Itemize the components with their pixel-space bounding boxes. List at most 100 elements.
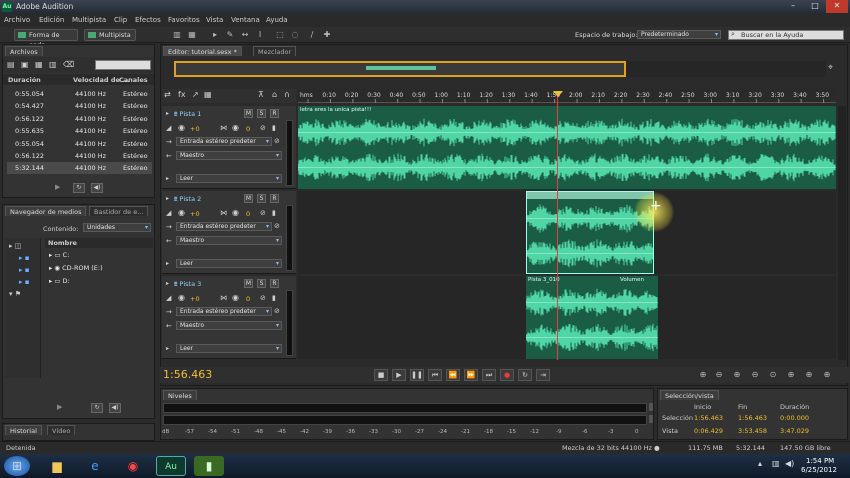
track-1-volume-knob[interactable]: ◉ <box>178 123 185 132</box>
track-3-lane[interactable]: Pista 3_010 Volumen <box>298 276 836 359</box>
next-button[interactable]: ⏭ <box>482 369 496 381</box>
track-3-clip-param[interactable]: Volumen <box>620 277 644 283</box>
content-select[interactable]: Unidades <box>83 223 151 232</box>
track-2-pan-knob[interactable]: ◉ <box>232 208 239 217</box>
track-1-lane[interactable]: letra eres la unica pista!!! <box>298 106 836 189</box>
meter-icon[interactable]: ▮ <box>272 124 276 132</box>
tab-media-browser[interactable]: Navegador de medios <box>5 206 87 216</box>
explorer-taskbar-icon[interactable]: ▆ <box>42 456 72 476</box>
tab-effects-rack[interactable]: Bastidor de e... <box>89 206 149 216</box>
effects-icon[interactable]: fx <box>178 90 186 99</box>
folder-icon[interactable]: ▸ ▪ <box>19 266 29 274</box>
track-2-automation-select[interactable]: Leer <box>176 259 282 268</box>
track-2-solo-button[interactable]: S <box>257 194 266 203</box>
media-loop-icon[interactable]: ↻ <box>91 403 103 413</box>
chrome-taskbar-icon[interactable]: ◉ <box>118 456 148 476</box>
play-preview-icon[interactable]: ▶ <box>55 183 65 193</box>
loop-button[interactable]: ↻ <box>518 369 532 381</box>
speaker-icon[interactable]: ◀) <box>91 183 103 193</box>
track-1-pan-value[interactable]: 0 <box>246 125 250 133</box>
track-2-volume-value[interactable]: +0 <box>190 210 200 218</box>
internet-explorer-taskbar-icon[interactable]: e <box>80 456 110 476</box>
menu-multipista[interactable]: Multipista <box>72 16 106 24</box>
track-3-pan-knob[interactable]: ◉ <box>232 293 239 302</box>
col-canales[interactable]: Canales <box>119 76 148 84</box>
track-2-mute-button[interactable]: M <box>244 194 253 203</box>
magnet-icon[interactable]: ∩ <box>284 90 290 99</box>
track-3-solo-button[interactable]: S <box>257 279 266 288</box>
meter-icon[interactable]: ▮ <box>272 209 276 217</box>
tab-editor[interactable]: Editor: tutorial.sesx * <box>163 46 242 56</box>
collapse-icon[interactable]: ▸ <box>166 280 169 287</box>
track-1-header[interactable]: ▸ ⩩ Pista 1 M S R ◢ ◉ +0 ⋈ ◉ 0 ⊘ ▮ → Ent… <box>162 106 296 189</box>
monitor-icon[interactable]: ⊘ <box>274 137 280 145</box>
collapse-icon[interactable]: ▸ <box>166 195 169 202</box>
stereo-link-icon[interactable]: ⊘ <box>260 294 266 302</box>
zoom-out-time-icon[interactable]: ⊖ <box>750 370 760 380</box>
track-2-pan-value[interactable]: 0 <box>246 210 250 218</box>
tab-historial[interactable]: Historial <box>5 425 42 435</box>
track-1-output-select[interactable]: Maestro <box>176 151 282 160</box>
track-3-input-select[interactable]: Entrada estéreo predeter <box>176 307 272 316</box>
tab-video[interactable]: Vídeo <box>47 425 76 435</box>
clip-indicator-left[interactable] <box>649 403 653 411</box>
meter-icon[interactable]: ▮ <box>272 294 276 302</box>
record-button[interactable]: ● <box>500 369 514 381</box>
lasso-tool-icon[interactable]: ◌ <box>290 30 300 40</box>
sends-icon[interactable]: ↗ <box>192 90 199 99</box>
folder-icon[interactable]: ▸ ▪ <box>19 254 29 262</box>
track-1-pan-knob[interactable]: ◉ <box>232 123 239 132</box>
name-column-header[interactable]: Nombre <box>45 238 153 248</box>
track-2-input-select[interactable]: Entrada estéreo predeter <box>176 222 272 231</box>
track-3-pan-value[interactable]: 0 <box>246 295 250 303</box>
media-speaker-icon[interactable]: ◀) <box>109 403 121 413</box>
view-start[interactable]: 0:06.429 <box>694 427 723 435</box>
audition-taskbar-icon[interactable]: Au <box>156 456 186 476</box>
track-3-automation-select[interactable]: Leer <box>176 344 282 353</box>
zoom-navigator[interactable] <box>174 61 626 77</box>
tab-mixer[interactable]: Mezclador <box>253 46 297 56</box>
monitor-icon[interactable]: ⊘ <box>274 307 280 315</box>
drive-icon[interactable]: ▸ ◫ <box>9 242 21 250</box>
marquee-tool-icon[interactable]: ⬚ <box>275 30 285 40</box>
track-2-lane[interactable]: + <box>298 191 836 274</box>
file-row[interactable]: 0:55.054 44100 Hz Estéreo <box>7 88 152 100</box>
clock-date[interactable]: 6/25/2012 <box>801 466 837 474</box>
import-icon[interactable]: ▤ <box>7 60 15 69</box>
file-row[interactable]: 0:56.122 44100 Hz Estéreo <box>7 113 152 125</box>
pause-button[interactable]: ❚❚ <box>410 369 424 381</box>
zoom-in-point-icon[interactable]: ⊕ <box>804 370 814 380</box>
menu-archivo[interactable]: Archivo <box>4 16 30 24</box>
zoom-navigator-icon[interactable]: ⌖ <box>828 63 833 73</box>
waveform-view-button[interactable]: Forma de onda <box>14 29 78 49</box>
brush-tool-icon[interactable]: ∕ <box>307 30 317 40</box>
snap-icon[interactable]: ⊼ <box>258 90 264 99</box>
close-file-icon[interactable]: ▥ <box>49 60 57 69</box>
track-2-record-button[interactable]: R <box>270 194 279 203</box>
file-row[interactable]: 0:55.635 44100 Hz Estéreo <box>7 125 152 137</box>
view-end[interactable]: 3:53.458 <box>738 427 767 435</box>
network-icon[interactable]: ▥ <box>772 459 780 468</box>
drive-item-c[interactable]: ▸ ▭ C: <box>49 251 69 259</box>
selection-start[interactable]: 1:56.463 <box>694 414 723 422</box>
file-row[interactable]: 0:56.122 44100 Hz Estéreo <box>7 150 152 162</box>
file-row-selected[interactable]: 5:32.144 44100 Hz Estéreo <box>7 162 152 174</box>
delete-icon[interactable]: ⌫ <box>63 60 74 69</box>
collapse-icon[interactable]: ▸ <box>166 110 169 117</box>
eq-icon[interactable]: ▦ <box>204 90 212 99</box>
track-2-header[interactable]: ▸ ⩩ Pista 2 M S R ◢ ◉ +0 ⋈ ◉ 0 ⊘ ▮ → Ent… <box>162 191 296 274</box>
zoom-out-amplitude-icon[interactable]: ⊖ <box>714 370 724 380</box>
metronome-icon[interactable]: ⌂ <box>272 90 277 99</box>
zoom-full-icon[interactable]: ⊙ <box>768 370 778 380</box>
zoom-out-point-icon[interactable]: ⊕ <box>822 370 832 380</box>
track-2-output-select[interactable]: Maestro <box>176 236 282 245</box>
app-taskbar-icon[interactable]: ▮ <box>194 456 224 476</box>
folder-icon[interactable]: ▸ ▪ <box>19 278 29 286</box>
track-2-volume-knob[interactable]: ◉ <box>178 208 185 217</box>
play-button[interactable]: ▶ <box>392 369 406 381</box>
automation-expand-icon[interactable]: ▸ <box>166 175 169 182</box>
track-3-record-button[interactable]: R <box>270 279 279 288</box>
razor-tool-icon[interactable]: ✎ <box>225 30 235 40</box>
track-1-input-select[interactable]: Entrada estéreo predeter <box>176 137 272 146</box>
playhead[interactable] <box>557 92 558 360</box>
